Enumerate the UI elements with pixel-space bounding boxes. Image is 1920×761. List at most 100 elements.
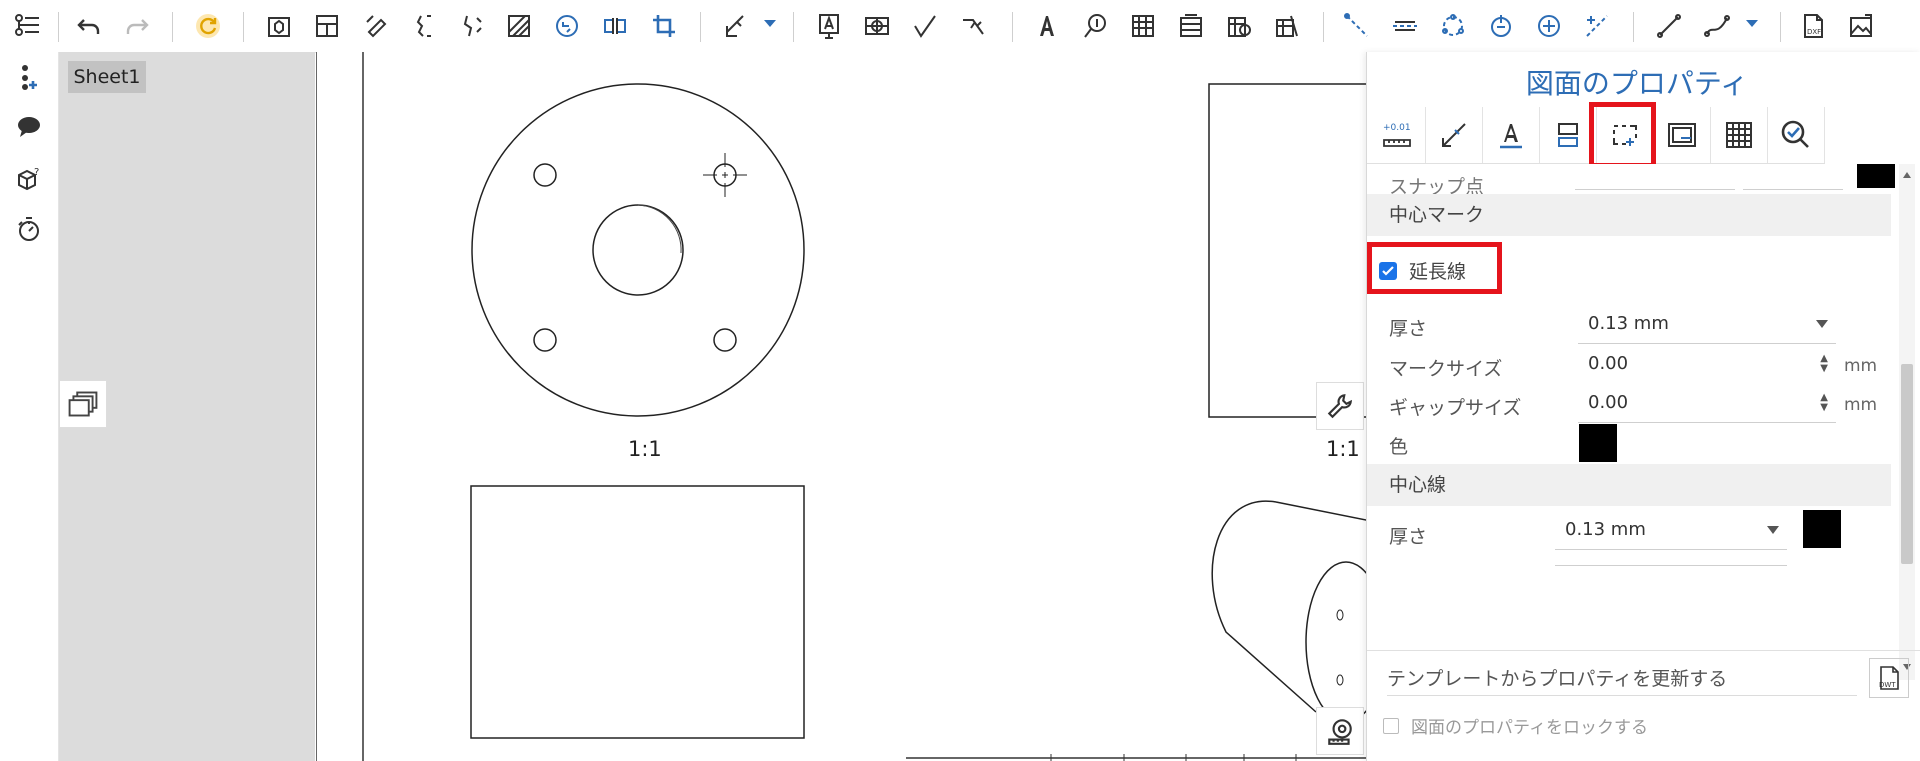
centerline-color-swatch[interactable]: [1803, 510, 1841, 548]
lock-properties-label: 図面のプロパティをロックする: [1411, 718, 1648, 738]
gap-size-label: ギャップサイズ: [1389, 397, 1522, 419]
centerline-next-field[interactable]: [1555, 556, 1787, 566]
drawing-svg: [316, 52, 1366, 761]
text-style-icon: [1500, 124, 1522, 149]
centermark-color-swatch[interactable]: [1579, 424, 1617, 462]
export-image-icon[interactable]: [1844, 9, 1878, 43]
tab-check[interactable]: [1768, 107, 1825, 163]
redo-icon[interactable]: [120, 9, 154, 43]
properties-scroll-area: スナップ点 中心マーク 延長線 厚さ 0.13 mm マークサイズ 0.00 ▲…: [1367, 164, 1897, 680]
bom-table-icon[interactable]: [1174, 9, 1208, 43]
tab-dimension[interactable]: [1426, 107, 1483, 163]
feature-tree-icon[interactable]: [10, 9, 44, 43]
centermark-thickness-value: 0.13 mm: [1588, 313, 1669, 334]
check-style-icon: [1781, 120, 1809, 148]
sketch-dropdown-icon[interactable]: [1746, 20, 1758, 27]
scrollbar-thumb[interactable]: [1901, 364, 1913, 564]
sheet-stack-button[interactable]: [59, 380, 107, 428]
line-icon[interactable]: [1652, 9, 1686, 43]
weld-symbol-icon[interactable]: [956, 9, 990, 43]
tab-tolerance[interactable]: +0.01: [1369, 107, 1426, 163]
parts-help-icon[interactable]: ?: [12, 162, 46, 196]
left-rail: ?: [0, 52, 59, 761]
dimension-dropdown-icon[interactable]: [764, 20, 776, 27]
center-mark-add-icon[interactable]: [1532, 9, 1566, 43]
side-view-rect: [470, 485, 805, 739]
right-view-rect: [1208, 83, 1366, 418]
performance-stopwatch-icon[interactable]: [12, 212, 46, 246]
gap-size-spinner-icon[interactable]: ▲ ▼: [1820, 393, 1828, 413]
bolt-hole-4: [713, 328, 737, 352]
table-icon[interactable]: [1126, 9, 1160, 43]
gap-size-input[interactable]: 0.00 ▲ ▼: [1578, 383, 1836, 423]
bolt-circle-icon[interactable]: [1436, 9, 1470, 43]
measure-tool-button[interactable]: [1316, 707, 1364, 755]
bolt-hole-1: [533, 163, 557, 187]
highlight-extension-line: [1367, 242, 1502, 294]
centermark-thickness-select[interactable]: 0.13 mm: [1578, 304, 1836, 344]
point-to-point-centerline-icon[interactable]: [1388, 9, 1422, 43]
callout-icon[interactable]: [1078, 9, 1112, 43]
lock-properties-row[interactable]: 図面のプロパティをロックする: [1383, 713, 1648, 738]
wrench-icon: [1327, 394, 1352, 419]
dimension-style-icon: [1442, 123, 1466, 147]
scroll-up-icon[interactable]: [1903, 172, 1911, 178]
properties-scrollbar[interactable]: [1899, 164, 1915, 680]
tab-table[interactable]: [1711, 107, 1768, 163]
mark-size-value: 0.00: [1588, 353, 1629, 374]
surface-finish-icon[interactable]: [908, 9, 942, 43]
centerline-section-header: 中心線: [1367, 464, 1891, 506]
crop-view-icon[interactable]: [647, 9, 681, 43]
tab-border[interactable]: [1654, 107, 1711, 163]
insert-entity-icon[interactable]: [12, 60, 46, 94]
insert-view-icon[interactable]: [262, 9, 296, 43]
aligned-section-icon[interactable]: [456, 9, 490, 43]
centerline-thickness-label: 厚さ: [1389, 526, 1428, 548]
lock-properties-checkbox[interactable]: [1383, 717, 1399, 734]
dimension-icon[interactable]: [720, 9, 754, 43]
centerline-thickness-value: 0.13 mm: [1565, 519, 1646, 540]
revision-table-icon[interactable]: [1270, 9, 1304, 43]
centerline-icon[interactable]: [1340, 9, 1374, 43]
center-mark-icon[interactable]: [1484, 9, 1518, 43]
broken-out-section-icon[interactable]: [502, 9, 536, 43]
angled-centerline-icon[interactable]: [1580, 9, 1614, 43]
mark-size-input[interactable]: 0.00 ▲ ▼: [1578, 344, 1836, 384]
comments-icon[interactable]: [12, 110, 46, 144]
snap-point-size-field[interactable]: [1743, 164, 1843, 190]
gap-size-value: 0.00: [1588, 392, 1629, 413]
centermark-section-header: 中心マーク: [1367, 194, 1891, 236]
hole-table-icon[interactable]: [1222, 9, 1256, 43]
auxiliary-view-icon[interactable]: [360, 9, 394, 43]
thickness-dropdown-icon: [1816, 320, 1828, 328]
template-update-button[interactable]: DWT: [1869, 658, 1909, 698]
regenerate-icon[interactable]: [191, 9, 225, 43]
flange-bore: [592, 204, 684, 296]
update-from-template-link[interactable]: テンプレートからプロパティを更新する: [1387, 664, 1727, 691]
tab-text[interactable]: [1483, 107, 1540, 163]
export-dxf-icon[interactable]: DXF: [1796, 9, 1830, 43]
section-view-icon[interactable]: [408, 9, 442, 43]
snap-color-swatch[interactable]: [1857, 164, 1895, 188]
scale-label-front: 1:1: [628, 437, 662, 461]
flange-outer-circle: [471, 83, 805, 417]
centermark-color-label: 色: [1389, 436, 1409, 458]
break-view-icon[interactable]: [598, 9, 632, 43]
centerline-thickness-select[interactable]: 0.13 mm: [1555, 510, 1787, 550]
text-icon[interactable]: [1030, 9, 1064, 43]
sheet-tab[interactable]: Sheet1: [68, 61, 146, 93]
spline-icon[interactable]: [1700, 9, 1734, 43]
view-tools-button[interactable]: [1316, 382, 1364, 430]
snap-point-field[interactable]: [1575, 164, 1735, 190]
detail-view-icon[interactable]: [550, 9, 584, 43]
projected-view-icon[interactable]: [310, 9, 344, 43]
svg-text:DXF: DXF: [1807, 28, 1821, 36]
mark-size-spinner-icon[interactable]: ▲ ▼: [1820, 354, 1828, 374]
note-icon[interactable]: [812, 9, 846, 43]
table-style-icon: [1726, 122, 1752, 148]
undo-icon[interactable]: [72, 9, 106, 43]
datum-icon[interactable]: [860, 9, 894, 43]
drawing-canvas[interactable]: 1:1 1:1: [316, 52, 1366, 761]
tape-measure-icon: [1328, 719, 1352, 745]
svg-text:+0.01: +0.01: [1383, 123, 1411, 133]
